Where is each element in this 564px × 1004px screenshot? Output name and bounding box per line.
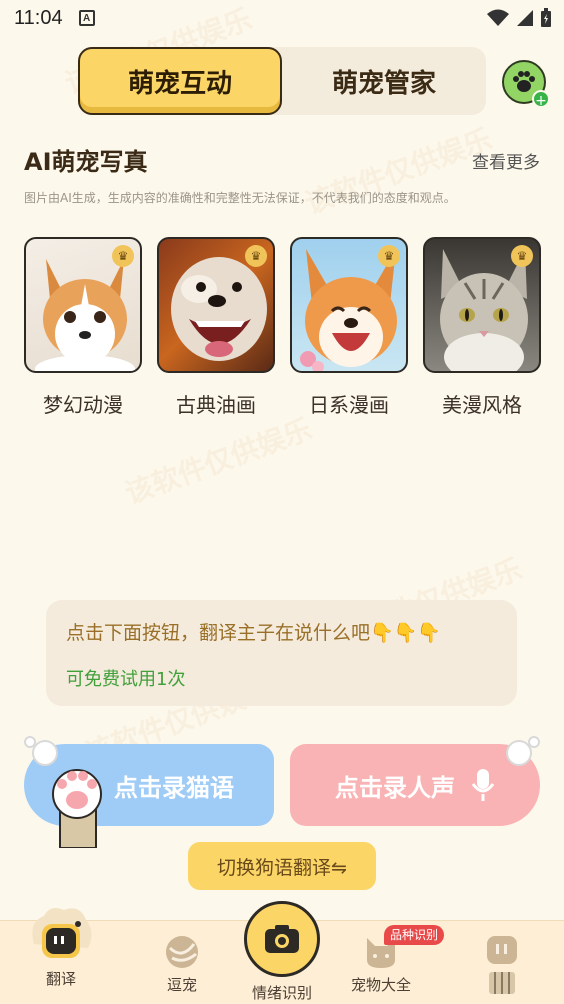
watermark: 该软件仅供娱乐: [300, 122, 497, 221]
translate-hint-text: 点击下面按钮，翻译主子在说什么吧👇👇👇: [66, 622, 441, 644]
tab-pet-interaction[interactable]: 萌宠互动: [78, 47, 282, 115]
plus-icon: +: [532, 90, 550, 109]
style-thumbnail: ♛: [24, 237, 142, 373]
tab-emotion[interactable]: 情绪识别: [242, 982, 322, 1003]
emotion-camera-button[interactable]: [244, 901, 320, 977]
record-human-button[interactable]: 点击录人声: [290, 744, 540, 826]
style-thumbnail: ♛: [157, 237, 275, 373]
style-label: 古典油画: [176, 393, 256, 417]
watermark: 该软件仅供娱乐: [120, 412, 317, 511]
yarn-ball-icon: [166, 936, 198, 968]
battery-icon: [541, 8, 551, 27]
tab-translate[interactable]: 翻译: [28, 904, 94, 989]
record-human-label: 点击录人声: [335, 773, 455, 802]
tab-pet-manager[interactable]: 萌宠管家: [282, 47, 486, 115]
style-label: 梦幻动漫: [43, 393, 123, 417]
crown-icon: ♛: [511, 245, 533, 267]
breed-recognition-badge[interactable]: 品种识别: [384, 925, 445, 945]
record-cat-label: 点击录猫语: [114, 773, 234, 802]
style-card-american-comic[interactable]: ♛ 美漫风格: [423, 237, 541, 418]
camera-icon: [265, 925, 299, 953]
style-label: 日系漫画: [309, 393, 389, 417]
crown-icon: ♛: [378, 245, 400, 267]
crown-icon: ♛: [112, 245, 134, 267]
translate-icon: [32, 908, 92, 958]
style-card-dreamy-anime[interactable]: ♛ 梦幻动漫: [24, 237, 142, 418]
style-thumbnail: ♛: [423, 237, 541, 373]
style-label: 美漫风格: [442, 393, 522, 417]
profile-icon: [487, 936, 517, 994]
top-tab-switch: 萌宠互动 萌宠管家: [78, 47, 486, 115]
style-card-japanese-manga[interactable]: ♛ 日系漫画: [290, 237, 408, 418]
style-thumbnail: ♛: [290, 237, 408, 373]
ai-disclaimer: 图片由AI生成，生成内容的准确性和完整性无法保证，不代表我们的态度和观点。: [24, 191, 456, 205]
status-bar: 11:04 A: [0, 0, 564, 36]
section-title: AI萌宠写真: [24, 148, 148, 176]
notification-icon: A: [78, 10, 95, 26]
free-trial-text: 可免费试用1次: [66, 669, 186, 690]
style-card-classic-oil[interactable]: ♛ 古典油画: [157, 237, 275, 418]
translate-hint-box: 点击下面按钮，翻译主子在说什么吧👇👇👇 可免费试用1次: [46, 600, 517, 706]
cat-paw-icon: [48, 760, 106, 849]
tab-profile[interactable]: [480, 934, 524, 996]
add-pet-button[interactable]: +: [502, 60, 550, 109]
wifi-icon: [487, 9, 509, 26]
crown-icon: ♛: [245, 245, 267, 267]
status-icons: [486, 8, 552, 28]
tab-label: 情绪识别: [251, 984, 312, 1002]
tab-label: 翻译: [45, 970, 76, 988]
tab-label: 逗宠: [166, 976, 197, 994]
bubble-decoration: [528, 736, 540, 748]
switch-dog-translate-button[interactable]: 切换狗语翻译⇋: [188, 842, 376, 890]
tab-label: 宠物大全: [350, 976, 411, 994]
microphone-icon: [471, 769, 495, 801]
see-more-link[interactable]: 查看更多: [472, 148, 540, 173]
tab-tease[interactable]: 逗宠: [152, 934, 212, 995]
signal-icon: [517, 10, 533, 26]
status-time: 11:04: [14, 6, 63, 29]
